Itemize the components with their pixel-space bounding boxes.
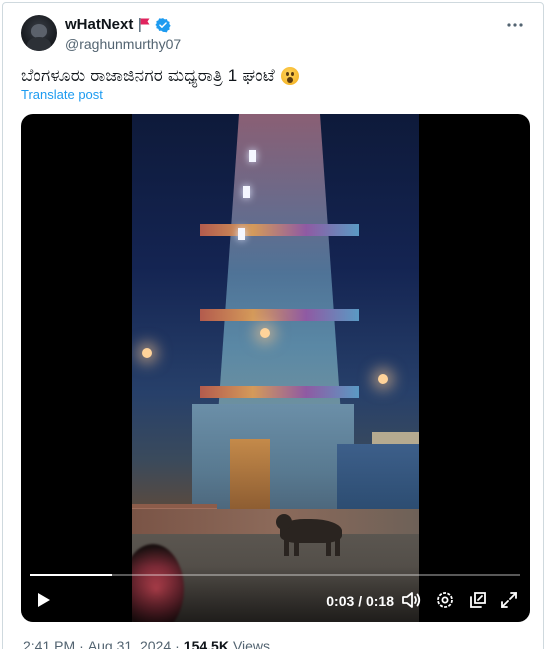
video-progress-fill: [30, 574, 112, 576]
tweet-text: ಬೆಂಗಳೂರು ರಾಜಾಜಿನಗರ ಮಧ್ಯರಾತ್ರಿ 1 ಘಂಟೆ: [21, 66, 299, 86]
video-progress-bar[interactable]: [30, 574, 520, 576]
video-player[interactable]: 0:03 / 0:18: [21, 114, 530, 622]
tweet-date[interactable]: Aug 31, 2024: [88, 638, 171, 649]
views-label: Views: [232, 638, 271, 649]
tweet-meta: 2:41 PM · Aug 31, 2024 · 154.5K Views: [23, 638, 270, 649]
play-icon[interactable]: [33, 590, 53, 610]
video-time: 0:03 / 0:18: [326, 593, 394, 609]
author-display-name[interactable]: wHatNext: [65, 16, 133, 33]
time-current: 0:03: [326, 593, 355, 609]
volume-icon[interactable]: [400, 589, 422, 611]
settings-icon[interactable]: [434, 589, 456, 611]
tweet-card: wHatNext @raghunmurthy07 ಬೆಂಗಳೂರು ರಾಜಾಜಿ…: [2, 2, 544, 649]
avatar[interactable]: [21, 15, 57, 51]
verified-badge-icon: [155, 17, 171, 32]
author-name-row: wHatNext: [65, 16, 171, 33]
temple-tower-image: [218, 114, 341, 404]
separator-dot: ·: [175, 638, 180, 649]
flag-icon: [139, 17, 150, 32]
translate-post-link[interactable]: Translate post: [21, 87, 103, 102]
video-frame[interactable]: [132, 114, 419, 622]
fullscreen-icon[interactable]: [498, 589, 520, 611]
tweet-text-content: ಬೆಂಗಳೂರು ರಾಜಾಜಿನಗರ ಮಧ್ಯರಾತ್ರಿ 1 ಘಂಟೆ: [21, 66, 275, 85]
time-total: 0:18: [365, 593, 394, 609]
views-count: 154.5K: [183, 638, 229, 649]
astonished-face-icon: [280, 67, 299, 85]
author-handle[interactable]: @raghunmurthy07: [65, 36, 181, 52]
tweet-time[interactable]: 2:41 PM: [23, 638, 75, 649]
picture-in-picture-icon[interactable]: [467, 589, 489, 611]
time-separator: /: [358, 593, 363, 609]
more-options-icon[interactable]: [505, 15, 525, 35]
separator-dot: ·: [79, 638, 84, 649]
